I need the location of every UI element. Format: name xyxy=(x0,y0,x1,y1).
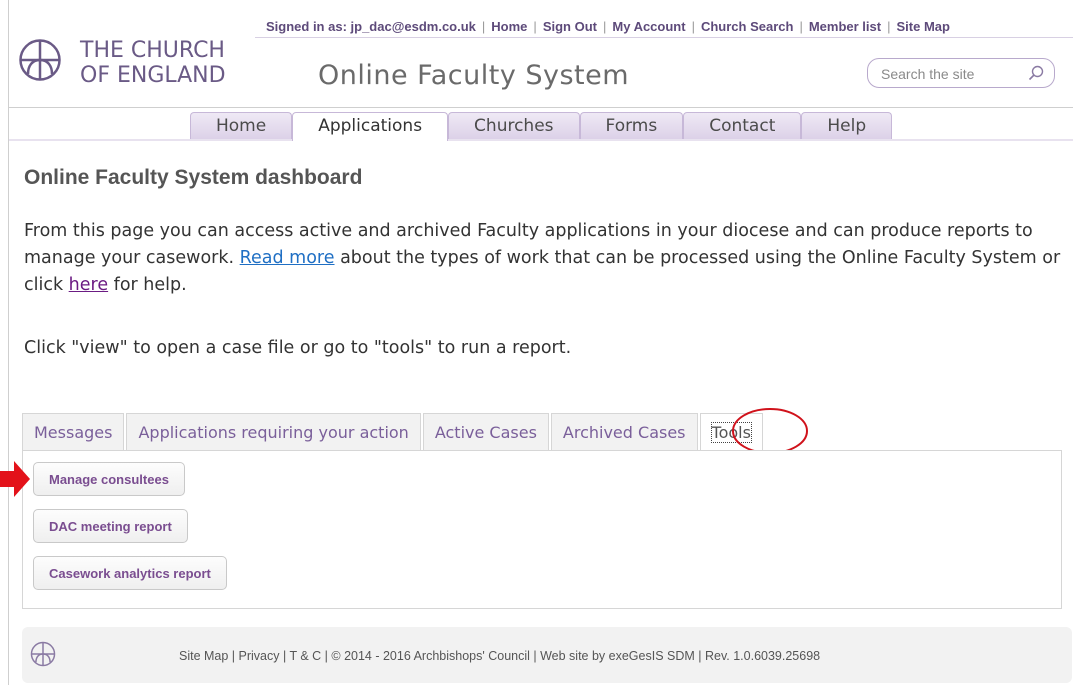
search-box[interactable] xyxy=(867,58,1055,88)
nav-tab-applications[interactable]: Applications xyxy=(292,112,449,141)
top-link-sign-out[interactable]: Sign Out xyxy=(543,19,597,34)
tools-panel: Manage consultees DAC meeting report Cas… xyxy=(22,450,1062,609)
church-emblem-icon xyxy=(19,39,61,81)
top-link-my-account[interactable]: My Account xyxy=(612,19,685,34)
instruction-text: Click "view" to open a case file or go t… xyxy=(24,338,572,358)
logo-line-2: OF ENGLAND xyxy=(80,63,226,88)
intro-paragraph: From this page you can access active and… xyxy=(24,218,1069,299)
dashboard-tabs: Messages Applications requiring your act… xyxy=(22,413,765,450)
nav-tab-forms[interactable]: Forms xyxy=(579,112,684,139)
top-divider xyxy=(255,37,1073,38)
top-link-site-map[interactable]: Site Map xyxy=(896,19,949,34)
top-link-member-list[interactable]: Member list xyxy=(809,19,881,34)
page-title: Online Faculty System dashboard xyxy=(24,166,363,189)
nav-tab-home[interactable]: Home xyxy=(190,112,293,139)
footer-church-emblem-icon xyxy=(30,641,56,667)
top-link-home[interactable]: Home xyxy=(491,19,527,34)
manage-consultees-button[interactable]: Manage consultees xyxy=(33,462,185,496)
nav-tab-help[interactable]: Help xyxy=(801,112,893,139)
casework-analytics-report-button[interactable]: Casework analytics report xyxy=(33,556,227,590)
site-title: Online Faculty System xyxy=(318,60,630,91)
tab-tools[interactable]: Tools xyxy=(699,413,763,450)
nav-tab-contact[interactable]: Contact xyxy=(683,112,802,139)
intro-text-3: for help. xyxy=(108,275,187,295)
tab-applications-requiring-action[interactable]: Applications requiring your action xyxy=(126,413,421,450)
top-link-church-search[interactable]: Church Search xyxy=(701,19,793,34)
signed-in-text: Signed in as: jp_dac@esdm.co.uk xyxy=(266,19,476,34)
logo-text: THE CHURCH OF ENGLAND xyxy=(80,38,300,88)
nav-tab-churches[interactable]: Churches xyxy=(448,112,580,139)
help-here-link[interactable]: here xyxy=(69,275,108,295)
footer: Site Map | Privacy | T & C | © 2014 - 20… xyxy=(22,627,1072,683)
header-divider xyxy=(9,107,1073,108)
top-links-bar: Signed in as: jp_dac@esdm.co.uk | Home | Sig… xyxy=(266,19,950,34)
search-icon[interactable] xyxy=(1028,65,1044,81)
red-arrow-icon xyxy=(0,461,30,497)
dac-meeting-report-button[interactable]: DAC meeting report xyxy=(33,509,188,543)
tab-messages[interactable]: Messages xyxy=(22,413,125,450)
logo-line-1: THE CHURCH xyxy=(80,38,225,63)
tab-tools-label: Tools xyxy=(710,422,752,443)
footer-text: Site Map | Privacy | T & C | © 2014 - 20… xyxy=(179,649,821,663)
main-nav: Home Applications Churches Forms Contact… xyxy=(190,112,893,141)
read-more-link[interactable]: Read more xyxy=(240,248,335,268)
search-input[interactable] xyxy=(879,65,1023,83)
tab-archived-cases[interactable]: Archived Cases xyxy=(550,413,698,450)
tab-active-cases[interactable]: Active Cases xyxy=(422,413,549,450)
